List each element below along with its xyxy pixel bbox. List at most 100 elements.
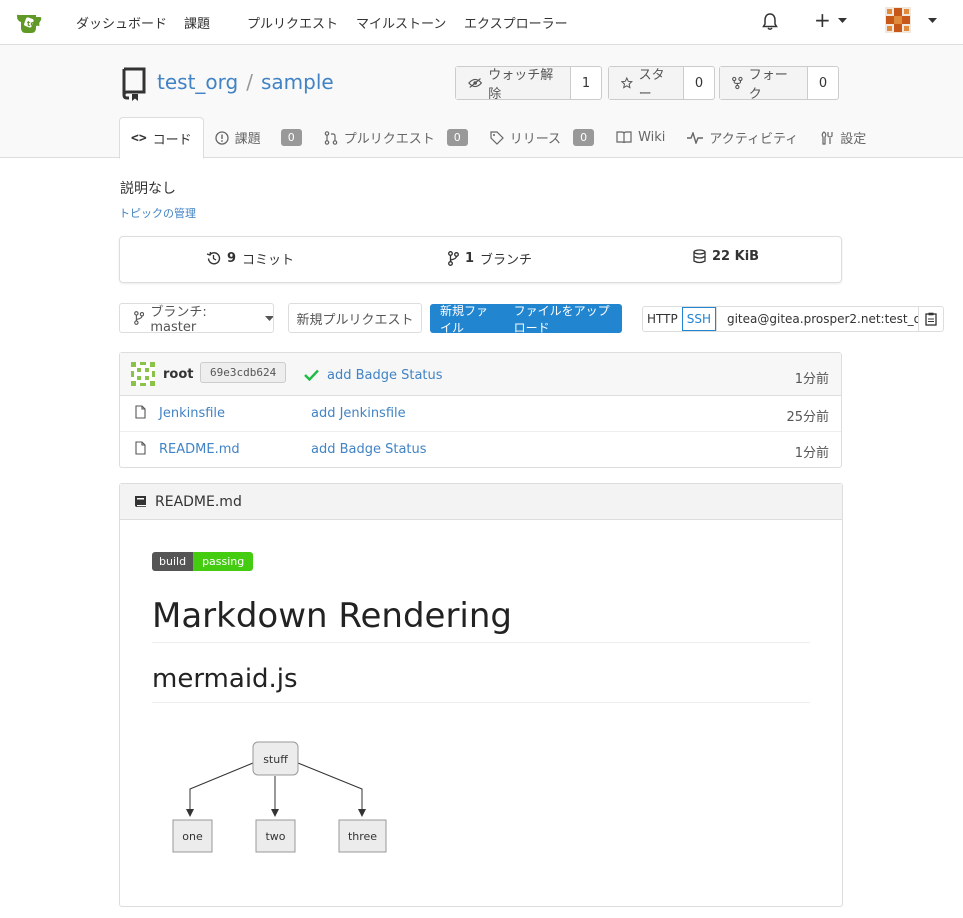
file-actions: 新規ファイル ファイルをアップロード <box>430 304 622 335</box>
file-icon <box>135 441 146 455</box>
tab-label: 課題 <box>234 132 261 147</box>
new-pull-request-button[interactable]: 新規プルリクエスト <box>288 303 422 333</box>
file-row: README.md add Badge Status 1分前 <box>120 432 841 468</box>
tab-label: プルリクエスト <box>343 132 435 147</box>
create-new-button[interactable]: + <box>814 8 831 32</box>
fork-label: フォーク <box>748 68 788 102</box>
branches-label: ブランチ <box>480 253 533 268</box>
copy-url-button[interactable] <box>917 307 943 331</box>
file-table: root 69e3cdb624 add Badge Status 1分前 Jen… <box>119 352 842 468</box>
node-label: one <box>182 830 203 843</box>
tab-releases[interactable]: リリース 0 <box>479 117 605 158</box>
new-file-button[interactable]: 新規ファイル <box>430 304 504 335</box>
star-button[interactable]: スター <box>609 67 684 102</box>
tab-wiki[interactable]: Wiki <box>605 117 676 158</box>
manage-topics-link[interactable]: トピックの管理 <box>119 205 196 221</box>
branch-icon <box>448 251 459 266</box>
repo-owner-link[interactable]: test_org <box>157 70 238 94</box>
committer-avatar[interactable] <box>131 362 155 386</box>
node-label: two <box>265 830 285 843</box>
top-navbar: tea ダッシュボード 課題 プルリクエスト マイルストーン エクスプローラー … <box>0 0 963 45</box>
fork-count[interactable]: 0 <box>808 67 838 99</box>
database-icon <box>693 249 706 264</box>
readme-filename: README.md <box>155 493 242 510</box>
repo-size: 22 KiB <box>712 249 760 264</box>
tab-code[interactable]: <> コード <box>119 117 204 159</box>
eye-slash-icon <box>468 78 483 88</box>
node-label: stuff <box>263 753 288 766</box>
file-commit-link[interactable]: add Badge Status <box>311 442 427 457</box>
issue-icon <box>215 130 229 145</box>
title-separator: / <box>246 70 253 94</box>
upload-file-button[interactable]: ファイルをアップロード <box>504 304 622 335</box>
tab-label: アクティビティ <box>709 132 799 147</box>
repo-title: test_org / sample <box>157 70 334 94</box>
bell-icon[interactable] <box>762 13 778 31</box>
tab-label: コード <box>152 132 192 148</box>
branches-count: 1 <box>465 251 475 266</box>
branch-label: ブランチ: master <box>150 305 207 335</box>
star-label: スター <box>638 68 665 102</box>
commit-message[interactable]: add Badge Status <box>327 368 443 383</box>
commits-label: コミット <box>242 253 295 268</box>
repo-name-link[interactable]: sample <box>261 70 334 94</box>
branches-stat[interactable]: 1 ブランチ <box>448 249 532 268</box>
file-commit-link[interactable]: add Jenkinsfile <box>311 406 406 421</box>
tab-pulls[interactable]: プルリクエスト 0 <box>313 117 479 158</box>
repo-stats: 9 コミット 1 ブランチ 22 KiB <box>119 236 842 283</box>
user-avatar[interactable] <box>885 7 911 33</box>
ssh-button[interactable]: SSH <box>681 307 716 331</box>
diagram-edge <box>297 762 366 817</box>
file-time: 25分前 <box>786 410 829 425</box>
diagram-node-stuff: stuff <box>252 741 299 776</box>
diagram-node-one: one <box>172 819 213 853</box>
chevron-down-icon <box>264 315 273 321</box>
star-count[interactable]: 0 <box>684 67 714 99</box>
unwatch-button[interactable]: ウォッチ解除 <box>456 67 571 102</box>
book-icon <box>616 131 632 144</box>
tab-label: リリース <box>509 132 562 147</box>
file-row: Jenkinsfile add Jenkinsfile 25分前 <box>120 396 841 432</box>
star-button-group: スター 0 <box>608 66 715 102</box>
readme-heading-2: mermaid.js <box>152 664 810 703</box>
nav-explore[interactable]: エクスプローラー <box>464 13 568 32</box>
tab-activity[interactable]: アクティビティ <box>676 117 809 158</box>
issues-count-badge: 0 <box>280 129 302 146</box>
commit-author[interactable]: root <box>163 367 194 382</box>
tab-settings[interactable]: 設定 <box>809 117 877 158</box>
readme-panel: README.md build passing Markdown Renderi… <box>119 483 843 907</box>
star-icon <box>621 76 633 89</box>
clone-url-input[interactable]: gitea@gitea.prosper2.net:test_org/ <box>715 307 918 331</box>
watch-label: ウォッチ解除 <box>488 68 554 102</box>
commits-count: 9 <box>227 251 237 266</box>
nav-pulls[interactable]: プルリクエスト <box>247 13 338 32</box>
nav-issues[interactable]: 課題 <box>184 13 210 32</box>
branch-dropdown[interactable]: ブランチ: master <box>119 303 274 335</box>
commit-sha[interactable]: 69e3cdb624 <box>200 362 287 383</box>
pulse-icon <box>687 131 704 144</box>
size-stat: 22 KiB <box>693 249 759 264</box>
fork-button[interactable]: フォーク <box>720 67 808 102</box>
chevron-down-icon[interactable] <box>928 18 937 24</box>
tools-icon <box>821 130 833 145</box>
gitea-logo-icon[interactable]: tea <box>14 8 44 38</box>
watch-button-group: ウォッチ解除 1 <box>455 66 602 102</box>
watch-count[interactable]: 1 <box>571 67 601 99</box>
clone-panel: HTTP SSH gitea@gitea.prosper2.net:test_o… <box>642 306 944 332</box>
build-status-badge[interactable]: build passing <box>152 552 254 571</box>
tab-issues[interactable]: 課題 0 <box>204 117 313 158</box>
commits-stat[interactable]: 9 コミット <box>206 249 294 268</box>
file-time: 1分前 <box>794 446 829 461</box>
clipboard-icon <box>925 312 937 326</box>
fork-icon <box>732 76 743 90</box>
file-name-link[interactable]: Jenkinsfile <box>159 406 225 421</box>
repo-tabs: <> コード 課題 0 プルリクエスト 0 リリース 0 Wiki アクティビテ… <box>119 117 877 159</box>
diagram-edge <box>186 762 254 817</box>
nav-milestones[interactable]: マイルストーン <box>356 13 446 32</box>
http-button[interactable]: HTTP <box>643 307 682 331</box>
chevron-down-icon[interactable] <box>838 18 847 24</box>
badge-status: passing <box>193 552 254 571</box>
repo-icon <box>122 67 146 101</box>
nav-dashboard[interactable]: ダッシュボード <box>76 13 167 32</box>
file-name-link[interactable]: README.md <box>159 442 240 457</box>
